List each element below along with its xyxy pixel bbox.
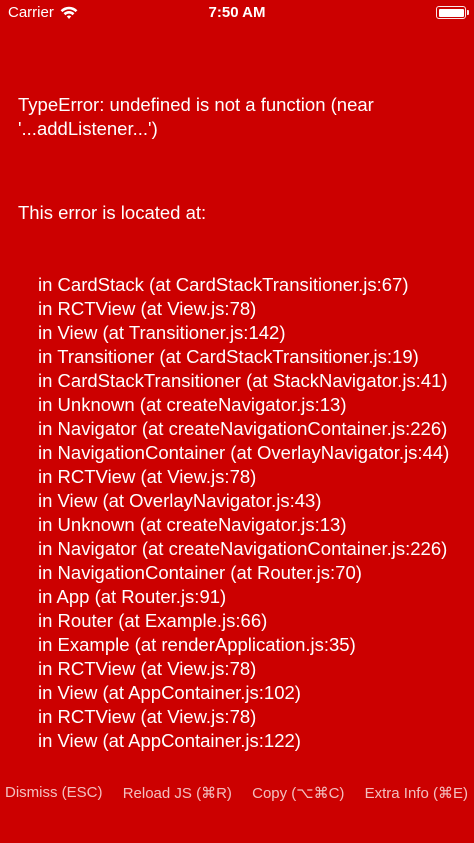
battery-cap: [467, 10, 469, 15]
stack-frame-text: in Router (at Example.js:66): [38, 610, 268, 631]
stack-frame-text: in App (at Router.js:91): [38, 586, 227, 607]
stack-frame-text: in RCTView (at View.js:78): [38, 466, 257, 487]
stack-frame: in NavigationContainer (at OverlayNaviga…: [18, 441, 460, 465]
reload-js-button[interactable]: Reload JS (⌘R): [123, 784, 232, 802]
stack-frame: in Navigator (at createNavigationContain…: [18, 537, 460, 561]
stack-frame-text: in View (at AppContainer.js:122): [38, 730, 301, 751]
stack-frame: in CardStackTransitioner (at StackNaviga…: [18, 369, 460, 393]
stack-frame: in CardStack (at CardStackTransitioner.j…: [18, 273, 460, 297]
dismiss-button[interactable]: Dismiss (ESC): [5, 784, 103, 801]
stack-frame-text: in Navigator (at createNavigationContain…: [38, 418, 448, 439]
component-stack: in CardStack (at CardStackTransitioner.j…: [18, 273, 460, 753]
stack-frame-text: in NavigationContainer (at Router.js:70): [38, 562, 362, 583]
stack-frame: in Transitioner (at CardStackTransitione…: [18, 345, 460, 369]
status-time: 7:50 AM: [208, 4, 266, 21]
stack-frame: in RCTView (at View.js:78): [18, 657, 460, 681]
stack-frame-text: in Unknown (at createNavigator.js:13): [38, 514, 347, 535]
stack-frame-text: in Example (at renderApplication.js:35): [38, 634, 356, 655]
battery-fill: [438, 8, 464, 17]
stack-frame-text: in Navigator (at createNavigationContain…: [38, 538, 448, 559]
stack-frame-text: in View (at OverlayNavigator.js:43): [38, 490, 322, 511]
stack-frame-text: in View (at AppContainer.js:102): [38, 682, 301, 703]
stack-frame: in Unknown (at createNavigator.js:13): [18, 393, 460, 417]
stack-frame: in Navigator (at createNavigationContain…: [18, 417, 460, 441]
stack-frame-text: in View (at Transitioner.js:142): [38, 322, 286, 343]
stack-frame: in View (at OverlayNavigator.js:43): [18, 489, 460, 513]
stack-frame: in Unknown (at createNavigator.js:13): [18, 513, 460, 537]
stack-frame-text: in NavigationContainer (at OverlayNaviga…: [38, 442, 450, 463]
stack-frame-text: in RCTView (at View.js:78): [38, 298, 257, 319]
error-message: TypeError: undefined is not a function (…: [18, 94, 379, 139]
redbox-footer: Dismiss (ESC) Reload JS (⌘R) Copy (⌥⌘C) …: [0, 781, 474, 843]
stack-frame: in View (at Transitioner.js:142): [18, 321, 460, 345]
copy-button[interactable]: Copy (⌥⌘C): [252, 784, 344, 802]
extra-info-button[interactable]: Extra Info (⌘E): [365, 784, 468, 802]
stack-frame-text: in Transitioner (at CardStackTransitione…: [38, 346, 419, 367]
stack-frame: in RCTView (at View.js:78): [18, 705, 460, 729]
stack-frame-text: in Unknown (at createNavigator.js:13): [38, 394, 347, 415]
stack-frame-text: in RCTView (at View.js:78): [38, 658, 257, 679]
stack-frame-text: in CardStackTransitioner (at StackNaviga…: [38, 370, 448, 391]
stack-frame: in App (at Router.js:91): [18, 585, 460, 609]
error-location-heading: This error is located at:: [18, 202, 207, 223]
battery-icon: [436, 6, 469, 19]
stack-frame: in Example (at renderApplication.js:35): [18, 633, 460, 657]
stack-frame-text: in RCTView (at View.js:78): [38, 706, 257, 727]
error-details: TypeError: undefined is not a function (…: [18, 45, 460, 777]
stack-frame-text: in CardStack (at CardStackTransitioner.j…: [38, 274, 409, 295]
stack-frame: in RCTView (at View.js:78): [18, 297, 460, 321]
stack-frame: in NavigationContainer (at Router.js:70): [18, 561, 460, 585]
stack-frame: in Router (at Example.js:66): [18, 609, 460, 633]
stack-frame: in RCTView (at View.js:78): [18, 465, 460, 489]
stack-frame: in View (at AppContainer.js:122): [18, 729, 460, 753]
stack-frame: in View (at AppContainer.js:102): [18, 681, 460, 705]
status-bar: Carrier 7:50 AM: [0, 0, 474, 26]
